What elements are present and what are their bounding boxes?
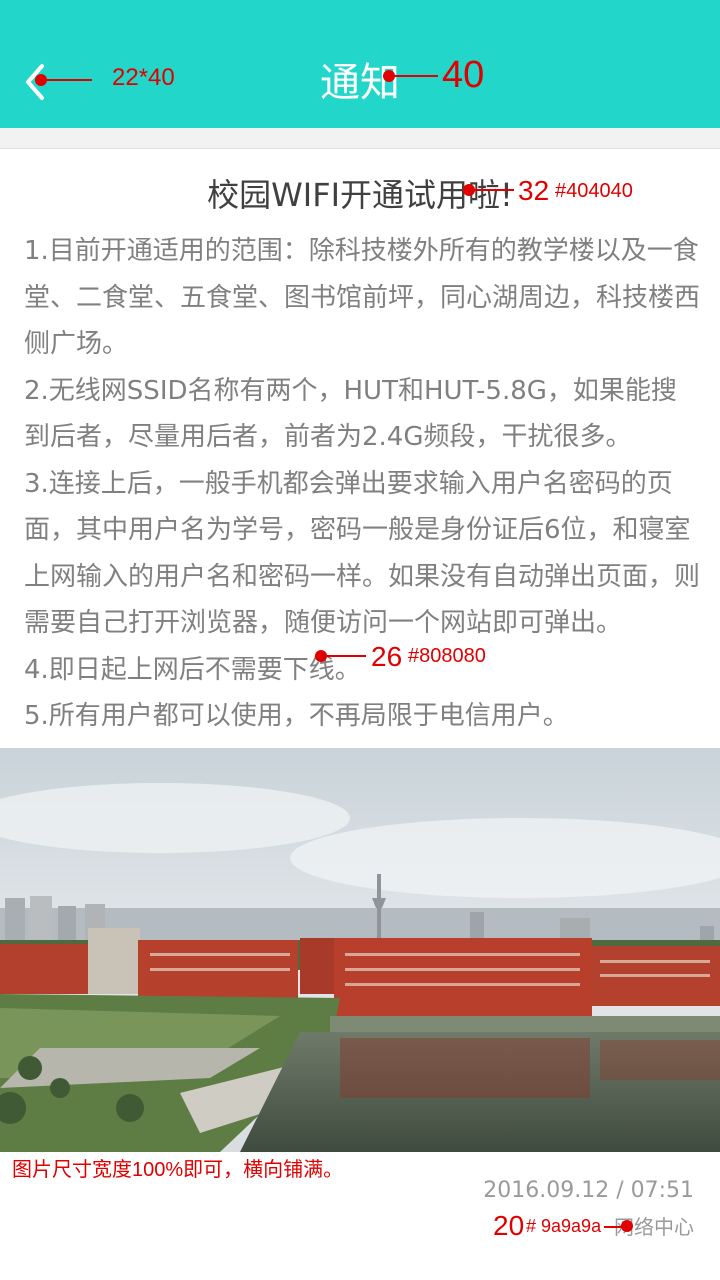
annotation-line xyxy=(474,189,514,191)
article-paragraph: 4.即日起上网后不需要下线。 xyxy=(24,654,361,685)
annotation-dot xyxy=(621,1220,633,1232)
footer-color-annotation: # 9a9a9a xyxy=(526,1216,602,1236)
article-paragraph: 5.所有用户都可以使用，不再局限于电信用户。 xyxy=(24,701,569,731)
annotation-line xyxy=(604,1226,622,1228)
body-size-annotation: 26 xyxy=(371,641,403,672)
article-body: 1.目前开通适用的范围：除科技楼外所有的教学楼以及一食堂、二食堂、五食堂、图书馆… xyxy=(24,228,700,740)
title-size-annotation: 32 xyxy=(518,175,550,206)
campus-photo xyxy=(0,748,720,1152)
annotation-line xyxy=(394,75,438,77)
publish-date: 2016.09.12 / 07:51 xyxy=(483,1178,694,1203)
body-color-annotation: #808080 xyxy=(408,645,486,667)
footer-size-annotation: 20 xyxy=(493,1210,525,1241)
article-paragraph: 1.目前开通适用的范围：除科技楼外所有的教学楼以及一食堂、二食堂、五食堂、图书馆… xyxy=(24,236,701,359)
page-title: 通知 xyxy=(320,60,400,106)
article-paragraph: 3.连接上后，一般手机都会弹出要求输入用户名密码的页面，其中用户名为学号，密码一… xyxy=(24,468,701,639)
article-paragraph: 2.无线网SSID名称有两个，HUT和HUT-5.8G，如果能搜到后者，尽量用后… xyxy=(24,375,677,453)
back-size-annotation: 22*40 xyxy=(112,64,175,91)
header-size-annotation: 40 xyxy=(442,54,485,96)
image-width-annotation: 图片尺寸宽度100%即可，横向铺满。 xyxy=(12,1159,344,1181)
annotation-line xyxy=(46,79,92,81)
annotation-line xyxy=(326,655,366,657)
app-header: 通知 xyxy=(0,0,720,128)
title-color-annotation: #404040 xyxy=(555,180,633,202)
